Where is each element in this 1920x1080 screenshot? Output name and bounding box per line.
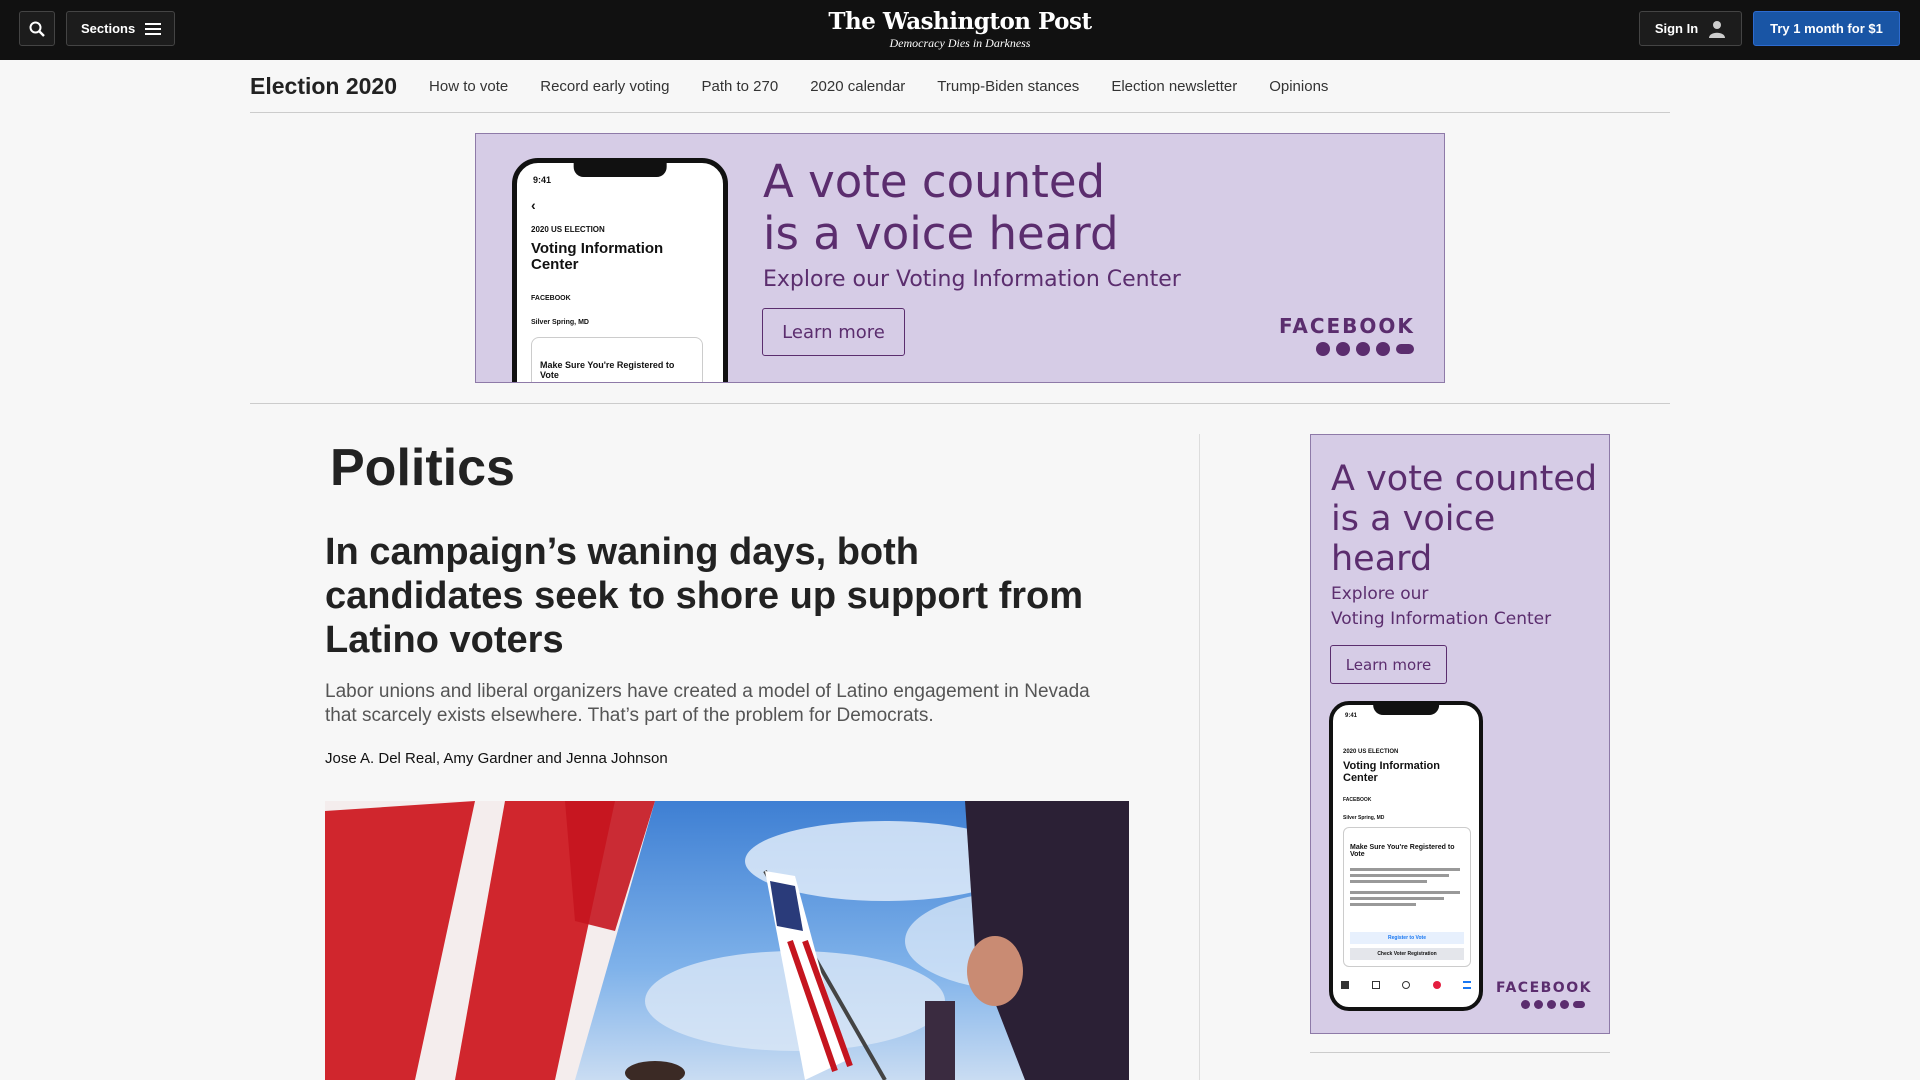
ad-headline: A vote counted is a voice heard	[763, 156, 1119, 260]
phone-notch	[573, 163, 667, 177]
ad-right-subtext-line-2: Voting Information Center	[1331, 609, 1552, 629]
subnav-title[interactable]: Election 2020	[250, 73, 397, 100]
election-subnav: Election 2020 How to vote Record early v…	[250, 60, 1670, 113]
ad-learn-more-button[interactable]: Learn more	[762, 308, 905, 356]
article-dek: Labor unions and liberal organizers have…	[325, 681, 1090, 726]
logo-tagline: Democracy Dies in Darkness	[889, 36, 1031, 50]
phone-location: Silver Spring, MD	[531, 319, 589, 326]
phone-register-button: Register to Vote	[1350, 932, 1464, 944]
whatsapp-icon	[1376, 342, 1390, 356]
ad-phone-mockup: 9:41 ‹ 2020 US ELECTION Voting Informati…	[512, 158, 728, 382]
subnav-link-record-early-voting[interactable]: Record early voting	[540, 78, 669, 95]
ad-right-learn-more-button[interactable]: Learn more	[1330, 645, 1447, 684]
instagram-icon	[1547, 1000, 1556, 1009]
facebook-wordmark: FACEBOOK	[1496, 980, 1592, 996]
ad-headline-line-1: A vote counted	[763, 155, 1106, 208]
washington-post-logo[interactable]: The Washington Post Democracy Dies in Da…	[760, 8, 1160, 51]
subnav-link-how-to-vote[interactable]: How to vote	[429, 78, 508, 95]
article-photo[interactable]	[325, 801, 1129, 1080]
subnav-link-path-to-270[interactable]: Path to 270	[701, 78, 778, 95]
menu-icon	[1463, 981, 1471, 989]
whatsapp-icon	[1560, 1000, 1569, 1009]
phone-kicker: 2020 US ELECTION	[531, 225, 605, 234]
subnav-link-opinions[interactable]: Opinions	[1269, 78, 1328, 95]
phone-brand: FACEBOOK	[531, 295, 571, 302]
instagram-icon	[1356, 342, 1370, 356]
section-title[interactable]: Politics	[330, 438, 515, 498]
search-icon	[29, 21, 45, 37]
section-divider	[250, 403, 1670, 404]
phone-kicker: 2020 US ELECTION	[1343, 749, 1399, 755]
top-banner-ad[interactable]: 9:41 ‹ 2020 US ELECTION Voting Informati…	[475, 133, 1445, 383]
article-headline[interactable]: In campaign’s waning days, both candidat…	[325, 530, 1105, 662]
ad-right-subtext-line-1: Explore our	[1331, 584, 1429, 604]
sections-label: Sections	[81, 21, 136, 36]
facebook-icon	[1521, 1000, 1530, 1009]
facebook-app-icons	[1316, 342, 1414, 356]
phone-card-title: Make Sure You're Registered to Vote	[1350, 844, 1455, 858]
phone-card-title: Make Sure You're Registered to Vote	[540, 360, 675, 380]
subnav-link-trump-biden-stances[interactable]: Trump-Biden stances	[937, 78, 1079, 95]
facebook-wordmark: FACEBOOK	[1279, 314, 1415, 338]
phone-time: 9:41	[1345, 713, 1358, 719]
flags-photo-illustration	[325, 801, 1129, 1080]
facebook-icon	[1316, 342, 1330, 356]
video-icon	[1371, 981, 1380, 989]
oculus-icon	[1396, 344, 1414, 354]
subscribe-button[interactable]: Try 1 month for $1	[1753, 11, 1900, 46]
sign-in-label: Sign In	[1654, 21, 1699, 36]
top-navigation-bar: Sections The Washington Post Democracy D…	[0, 0, 1920, 60]
phone-title: Voting Information Center	[1343, 760, 1440, 784]
ad-headline-line-2: is a voice heard	[763, 207, 1119, 260]
article-byline[interactable]: Jose A. Del Real, Amy Gardner and Jenna …	[325, 750, 668, 767]
phone-check-button: Check Voter Registration	[1350, 948, 1464, 960]
subnav-link-election-newsletter[interactable]: Election newsletter	[1111, 78, 1237, 95]
right-rail-divider	[1310, 1052, 1610, 1053]
user-icon	[1709, 20, 1726, 38]
sign-in-button[interactable]: Sign In	[1639, 11, 1742, 46]
phone-title: Voting Information Center	[531, 240, 664, 273]
phone-card-body-lines	[1350, 868, 1460, 906]
ad-right-headline: A vote counted is a voice heard	[1331, 459, 1598, 579]
phone-card: Make Sure You're Registered to Vote Regi…	[1343, 827, 1471, 967]
ad-subtext: Explore our Voting Information Center	[763, 267, 1181, 292]
sections-menu-button[interactable]: Sections	[66, 11, 175, 46]
groups-icon	[1402, 981, 1410, 989]
home-icon	[1341, 981, 1349, 989]
phone-tab-bar	[1341, 981, 1471, 989]
hamburger-icon	[145, 22, 162, 35]
subnav-link-2020-calendar[interactable]: 2020 calendar	[810, 78, 905, 95]
right-rail-ad[interactable]: A vote counted is a voice heard Explore …	[1310, 434, 1610, 1034]
ad-right-phone-mockup: 9:41 2020 US ELECTION Voting Information…	[1329, 701, 1483, 1011]
phone-notch	[1373, 705, 1439, 715]
phone-location: Silver Spring, MD	[1343, 815, 1385, 821]
phone-brand: FACEBOOK	[1343, 797, 1372, 803]
phone-back-icon: ‹	[531, 197, 536, 213]
ad-right-subtext: Explore our Voting Information Center	[1331, 582, 1591, 632]
phone-time: 9:41	[533, 175, 552, 185]
column-divider	[1199, 434, 1200, 1080]
facebook-app-icons	[1521, 1000, 1585, 1009]
logo-name: The Washington Post	[828, 8, 1092, 35]
search-button[interactable]	[19, 11, 55, 46]
messenger-icon	[1534, 1000, 1543, 1009]
notifications-icon	[1432, 981, 1441, 989]
messenger-icon	[1336, 342, 1350, 356]
phone-card: Make Sure You're Registered to Vote	[531, 337, 703, 382]
oculus-icon	[1573, 1001, 1585, 1008]
